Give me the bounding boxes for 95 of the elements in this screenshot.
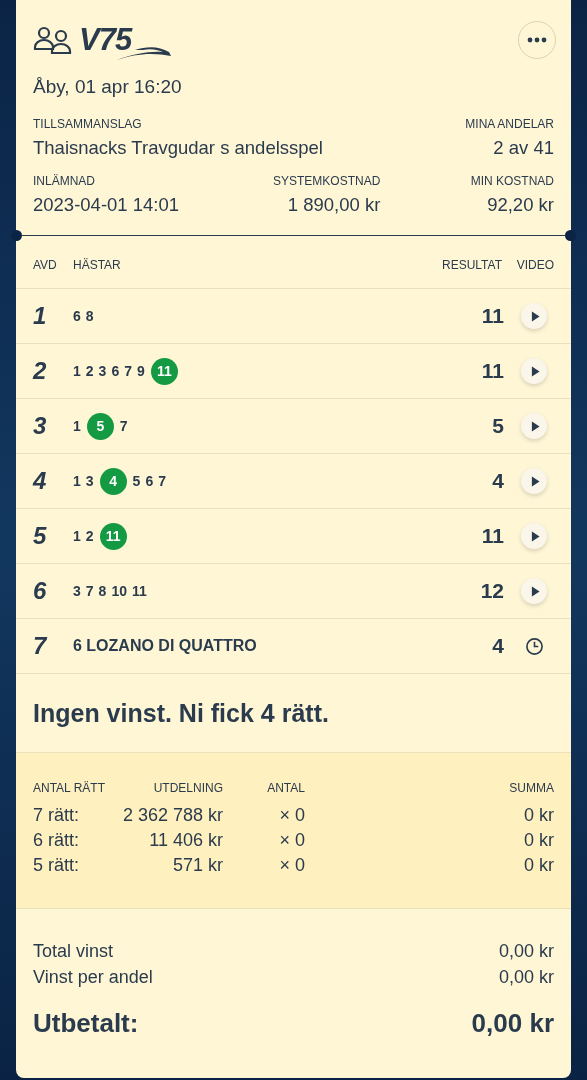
more-icon — [527, 37, 547, 43]
ticket-notch — [565, 230, 576, 241]
horse-number: 7 — [85, 581, 94, 601]
column-header: AVD — [33, 257, 58, 272]
play-icon — [530, 530, 540, 542]
horse-number: 1 — [73, 471, 81, 491]
payout-amount: 571 kr — [171, 855, 223, 876]
group-icon — [33, 25, 73, 55]
video-button[interactable] — [521, 358, 547, 384]
horse-name: 6 LOZANO DI QUATTRO — [73, 637, 257, 655]
my-cost-value: 92,20 kr — [486, 194, 554, 216]
correct-count: 7 rätt: — [33, 805, 81, 826]
result-number: 11 — [480, 524, 504, 548]
horse-number: 7 — [158, 471, 166, 491]
column-header: VIDEO — [515, 257, 554, 272]
column-header: ANTAL — [266, 781, 305, 795]
horse-number: 7 — [119, 416, 128, 436]
horse-number: 5 — [132, 471, 141, 491]
winner-count: × 0 — [278, 855, 305, 876]
play-icon — [530, 420, 540, 432]
submitted-value: 2023-04-01 14:01 — [33, 194, 181, 216]
total-value: 0,00 kr — [498, 941, 554, 962]
result-number: 4 — [491, 634, 504, 658]
column-header: UTDELNING — [152, 781, 223, 795]
horse-number: 3 — [98, 361, 107, 381]
column-header: HÄSTAR — [73, 257, 122, 272]
sum-amount: 0 kr — [523, 830, 554, 851]
race-number: 6 — [33, 577, 48, 605]
payout-amount: 11 406 kr — [148, 830, 223, 851]
ticket-notch — [11, 230, 22, 241]
horse-number: 6 — [73, 306, 81, 326]
race-number: 3 — [33, 412, 48, 440]
total-label: Total vinst — [33, 941, 114, 962]
submitted-label: INLÄMNAD — [33, 174, 96, 188]
my-cost-label: MIN KOSTNAD — [469, 174, 554, 188]
result-number: 4 — [491, 469, 504, 493]
race-number: 1 — [33, 302, 48, 330]
horse-number: 1 — [73, 361, 81, 381]
horse-number: 7 — [124, 361, 132, 381]
payout-amount: 2 362 788 kr — [121, 805, 223, 826]
winner-badge: 4 — [99, 467, 127, 495]
video-button[interactable] — [521, 523, 547, 549]
horse-number: 9 — [137, 361, 145, 381]
video-button[interactable] — [521, 578, 547, 604]
video-button[interactable] — [521, 468, 547, 494]
shares-value: 2 av 41 — [492, 137, 554, 159]
play-icon — [530, 475, 540, 487]
horse-number: 8 — [85, 306, 94, 326]
horse-number: 2 — [85, 526, 94, 546]
race-number: 4 — [33, 467, 48, 495]
team-label: TILLSAMMANSLAG — [33, 117, 143, 131]
horse-number: 11 — [131, 581, 147, 601]
result-number: 11 — [480, 304, 504, 328]
system-cost-label: SYSTEMKOSTNAD — [271, 174, 381, 188]
result-number: 11 — [480, 359, 504, 383]
horse-number: 6 — [145, 471, 154, 491]
video-button[interactable] — [521, 303, 547, 329]
race-number: 7 — [33, 632, 49, 660]
sum-amount: 0 kr — [523, 805, 554, 826]
total-label: Vinst per andel — [33, 967, 153, 988]
column-header: ANTAL RÄTT — [33, 781, 106, 795]
race-number: 5 — [33, 522, 48, 550]
winner-count: × 0 — [278, 805, 305, 826]
video-button[interactable] — [521, 413, 547, 439]
total-value: 0,00 kr — [498, 967, 554, 988]
horse-number: 1 — [73, 526, 81, 546]
correct-count: 6 rätt: — [33, 830, 81, 851]
column-header: RESULTAT — [441, 257, 502, 272]
horse-number: 6 — [111, 361, 120, 381]
result-number: 12 — [479, 579, 504, 603]
horse-number: 3 — [73, 581, 81, 601]
winner-badge: 5 — [86, 412, 114, 440]
winner-badge: 11 — [99, 522, 127, 550]
system-cost-value: 1 890,00 kr — [286, 194, 381, 216]
column-header: SUMMA — [508, 781, 554, 795]
race-date: Åby, 01 apr 16:20 — [33, 76, 183, 98]
winner-badge: 11 — [150, 357, 178, 385]
correct-count: 5 rätt: — [33, 855, 81, 876]
result-number: 5 — [491, 414, 504, 438]
play-icon — [530, 365, 540, 377]
paid-out-label: Utbetalt: — [33, 1008, 139, 1039]
paid-out-value: 0,00 kr — [471, 1008, 554, 1039]
horse-number: 2 — [85, 361, 94, 381]
team-name: Thaisnacks Travgudar s andelsspel — [33, 137, 324, 159]
shares-label: MINA ANDELAR — [465, 117, 554, 131]
horse-number: 8 — [98, 581, 107, 601]
play-icon — [530, 310, 540, 322]
winner-count: × 0 — [278, 830, 305, 851]
clock-icon — [525, 636, 544, 656]
horse-number: 3 — [85, 471, 94, 491]
horse-number: 10 — [111, 581, 127, 601]
horse-number: 1 — [73, 416, 81, 436]
play-icon — [530, 585, 540, 597]
race-number: 2 — [33, 357, 48, 385]
sum-amount: 0 kr — [523, 855, 554, 876]
